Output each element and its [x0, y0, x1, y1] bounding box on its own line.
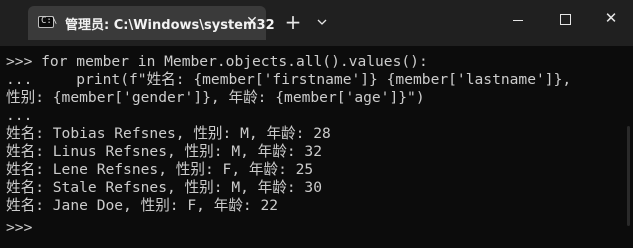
- terminal-icon-glyph: C:\: [41, 16, 58, 26]
- terminal-line: 性别: {member['gender']}, 年龄: {member['age…: [6, 89, 425, 106]
- maximize-button[interactable]: [542, 0, 588, 38]
- tab-dropdown-button[interactable]: [313, 13, 331, 31]
- minimize-icon: [513, 20, 523, 21]
- terminal-line: ... print(f"姓名: {member['firstname']} {m…: [6, 71, 572, 88]
- terminal-line: 姓名: Stale Refsnes, 性别: M, 年龄: 30: [6, 179, 323, 196]
- close-window-button[interactable]: ✕: [588, 0, 633, 38]
- close-icon: ✕: [604, 9, 618, 27]
- terminal-line: 姓名: Linus Refsnes, 性别: M, 年龄: 32: [6, 143, 323, 160]
- terminal-line: 姓名: Lene Refsnes, 性别: F, 年龄: 25: [6, 161, 314, 178]
- maximize-icon: [560, 14, 571, 25]
- terminal-line: >>> for member in Member.objects.all().v…: [6, 53, 428, 70]
- terminal-line: ...: [6, 107, 33, 124]
- scrollbar-thumb[interactable]: [627, 126, 630, 226]
- terminal-output[interactable]: >>> for member in Member.objects.all().v…: [0, 46, 620, 248]
- terminal-line: 姓名: Jane Doe, 性别: F, 年龄: 22: [6, 197, 279, 214]
- tab-admin-cmd[interactable]: C:\ 管理员: C:\Windows\system32 ✕: [28, 6, 275, 40]
- minimize-button[interactable]: [495, 0, 541, 38]
- terminal-line: 姓名: Tobias Refsnes, 性别: M, 年龄: 28: [6, 125, 331, 142]
- terminal-icon: C:\: [38, 16, 58, 28]
- vertical-scrollbar[interactable]: [623, 46, 633, 248]
- terminal-window: C:\ 管理员: C:\Windows\system32 ✕ + ✕ >>> f…: [0, 0, 633, 248]
- terminal-prompt-line: >>>: [6, 219, 33, 236]
- new-tab-button[interactable]: +: [283, 11, 303, 33]
- title-bar[interactable]: C:\ 管理员: C:\Windows\system32 ✕ + ✕: [0, 0, 633, 46]
- tab-close-button[interactable]: ✕: [244, 13, 260, 31]
- chevron-down-icon: [317, 19, 327, 25]
